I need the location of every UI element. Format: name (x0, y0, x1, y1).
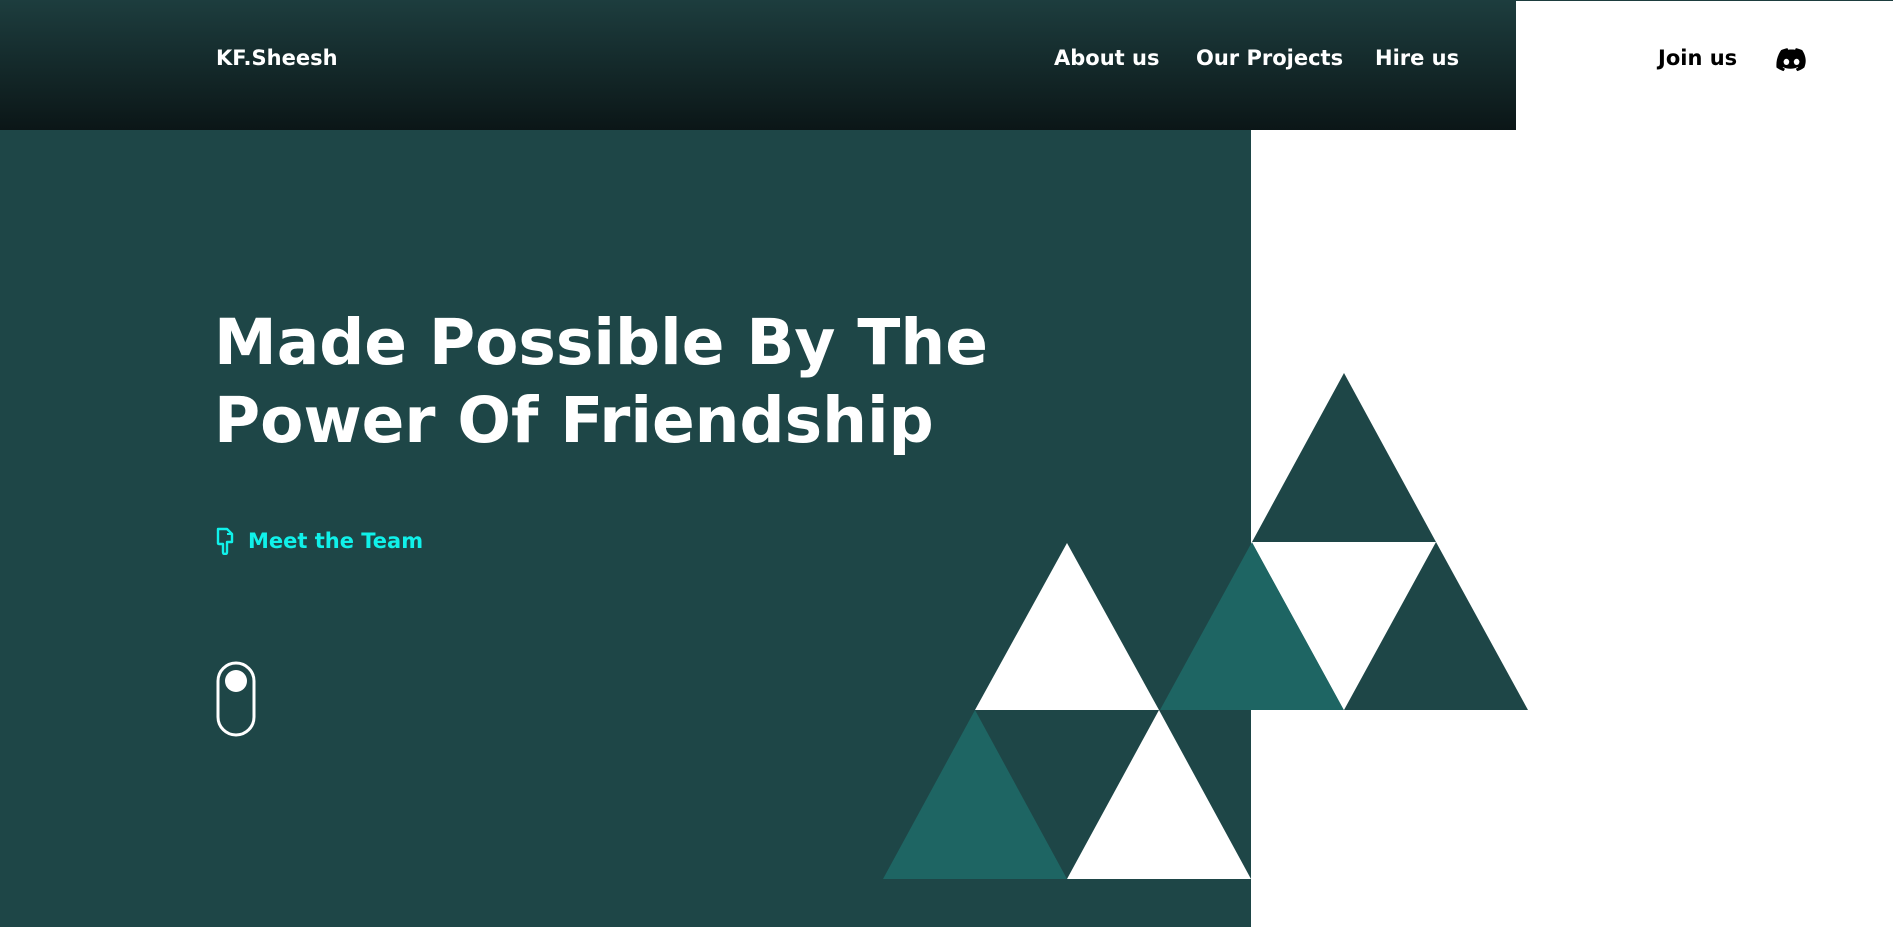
hero-background (0, 0, 1251, 927)
hero-headline-line-1: Made Possible By The (214, 306, 988, 379)
nav-about-us[interactable]: About us (1054, 46, 1159, 70)
landing-page: KF.Sheesh About us Our Projects Hire us … (0, 0, 1893, 927)
discord-icon[interactable] (1776, 48, 1807, 72)
meet-the-team-link[interactable]: Meet the Team (216, 526, 423, 556)
nav-hire-us[interactable]: Hire us (1375, 46, 1459, 70)
scroll-mouse-icon[interactable] (216, 661, 256, 737)
meet-the-team-label: Meet the Team (248, 529, 424, 553)
hero-headline: Made Possible By The Power Of Friendship (214, 304, 1014, 460)
pointing-hand-down-icon (216, 527, 234, 555)
nav-our-projects[interactable]: Our Projects (1196, 46, 1343, 70)
nav-join-us[interactable]: Join us (1658, 46, 1737, 70)
site-logo[interactable]: KF.Sheesh (216, 46, 338, 70)
hero-headline-line-2: Power Of Friendship (214, 384, 934, 457)
triangle-top (1252, 373, 1436, 542)
header-top-edge (1516, 0, 1893, 1)
top-navigation-bar: KF.Sheesh About us Our Projects Hire us (0, 0, 1516, 130)
